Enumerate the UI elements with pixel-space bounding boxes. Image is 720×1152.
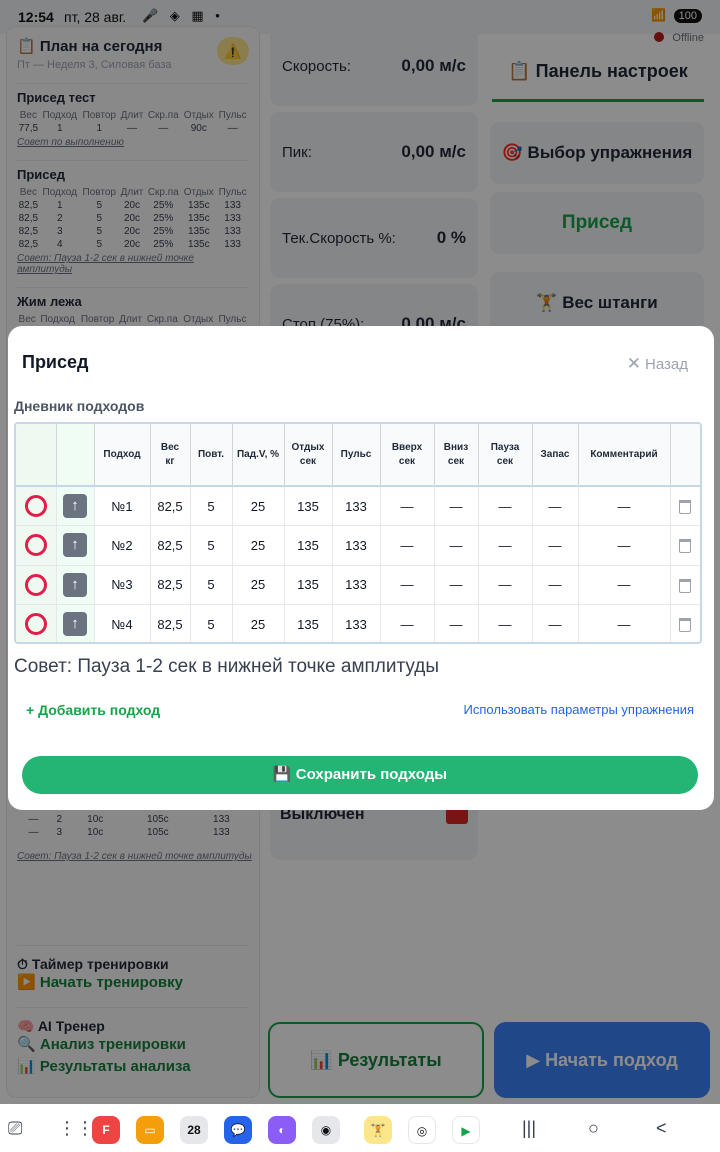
- trash-icon[interactable]: [679, 539, 691, 554]
- flipboard-app-icon[interactable]: F: [92, 1116, 120, 1144]
- arrow-up-icon[interactable]: ↑: [63, 533, 87, 558]
- camera-app-icon[interactable]: ◉: [312, 1116, 340, 1144]
- col-up: Вверх сек: [380, 424, 435, 487]
- arrow-up-icon[interactable]: ↑: [63, 494, 87, 518]
- trash-icon[interactable]: [679, 499, 691, 514]
- col-pause: Пауза сек: [478, 424, 533, 487]
- back-nav-icon[interactable]: <: [656, 1118, 667, 1139]
- trash-icon[interactable]: [679, 578, 691, 593]
- play-store-app-icon[interactable]: ▶: [452, 1116, 480, 1144]
- arrow-up-icon[interactable]: ↑: [63, 612, 87, 637]
- files-app-icon[interactable]: ▭: [136, 1116, 164, 1144]
- col-comment: Комментарий: [578, 424, 671, 487]
- modal-title: Присед: [22, 352, 89, 372]
- set-status-circle-icon[interactable]: [24, 573, 47, 596]
- table-row: ↑ №1 82,5 5 25 135 133— — — — —: [16, 486, 700, 526]
- col-weight: Вес кг: [150, 424, 191, 487]
- navigation-bar: ⎚ ⋮⋮ F ▭ 28 💬 ◐ ◉ 🏋 ◎ ▶ ||| ○ <: [0, 1104, 720, 1152]
- app-drawer-icon[interactable]: ⋮⋮: [58, 1118, 94, 1139]
- col-reserve: Запас: [532, 424, 579, 487]
- table-row: ↑ №2 82,5 5 25 135 133— — — — —: [16, 525, 700, 566]
- table-header-row: Подход Вес кг Повт. Пад.V, % Отдых сек П…: [16, 424, 700, 487]
- recent-apps-icon[interactable]: |||: [522, 1118, 536, 1139]
- diary-title: Дневник подходов: [14, 398, 145, 414]
- workout-app-icon[interactable]: 🏋: [364, 1116, 392, 1144]
- set-status-circle-icon[interactable]: [24, 495, 47, 517]
- col-velocity-drop: Пад.V, %: [232, 424, 285, 487]
- col-pulse: Пульс: [332, 424, 381, 487]
- sets-diary-modal: Присед ✕ Назад Дневник подходов Подход Ве…: [8, 326, 714, 810]
- table-row: ↑ №4 82,5 5 25 135 133— — — — —: [16, 604, 700, 642]
- exercise-tip: Совет: Пауза 1-2 сек в нижней точке ампл…: [14, 656, 440, 677]
- col-rest: Отдых сек: [284, 424, 333, 487]
- col-reps: Повт.: [190, 424, 233, 487]
- save-sets-button[interactable]: 💾 Сохранить подходы: [22, 756, 698, 794]
- table-row: ↑ №3 82,5 5 25 135 133— — — — —: [16, 565, 700, 605]
- col-set: Подход: [94, 424, 151, 487]
- home-icon[interactable]: ○: [588, 1118, 599, 1139]
- col-down: Вниз сек: [434, 424, 479, 487]
- messages-app-icon[interactable]: 💬: [224, 1116, 252, 1144]
- screenshot-icon[interactable]: ⎚: [8, 1118, 22, 1139]
- add-set-button[interactable]: + Добавить подход: [26, 702, 160, 718]
- close-icon: ✕: [626, 354, 642, 373]
- calendar-app-icon[interactable]: 28: [180, 1116, 208, 1144]
- set-status-circle-icon[interactable]: [24, 534, 47, 557]
- browser-app-icon[interactable]: ◐: [268, 1116, 296, 1144]
- use-exercise-params-link[interactable]: Использовать параметры упражнения: [464, 702, 694, 717]
- trash-icon[interactable]: [679, 618, 691, 633]
- arrow-up-icon[interactable]: ↑: [63, 572, 87, 597]
- chrome-app-icon[interactable]: ◎: [408, 1116, 436, 1144]
- set-status-circle-icon[interactable]: [24, 613, 47, 636]
- sets-table: Подход Вес кг Повт. Пад.V, % Отдых сек П…: [14, 422, 702, 644]
- back-button[interactable]: ✕ Назад: [627, 354, 688, 374]
